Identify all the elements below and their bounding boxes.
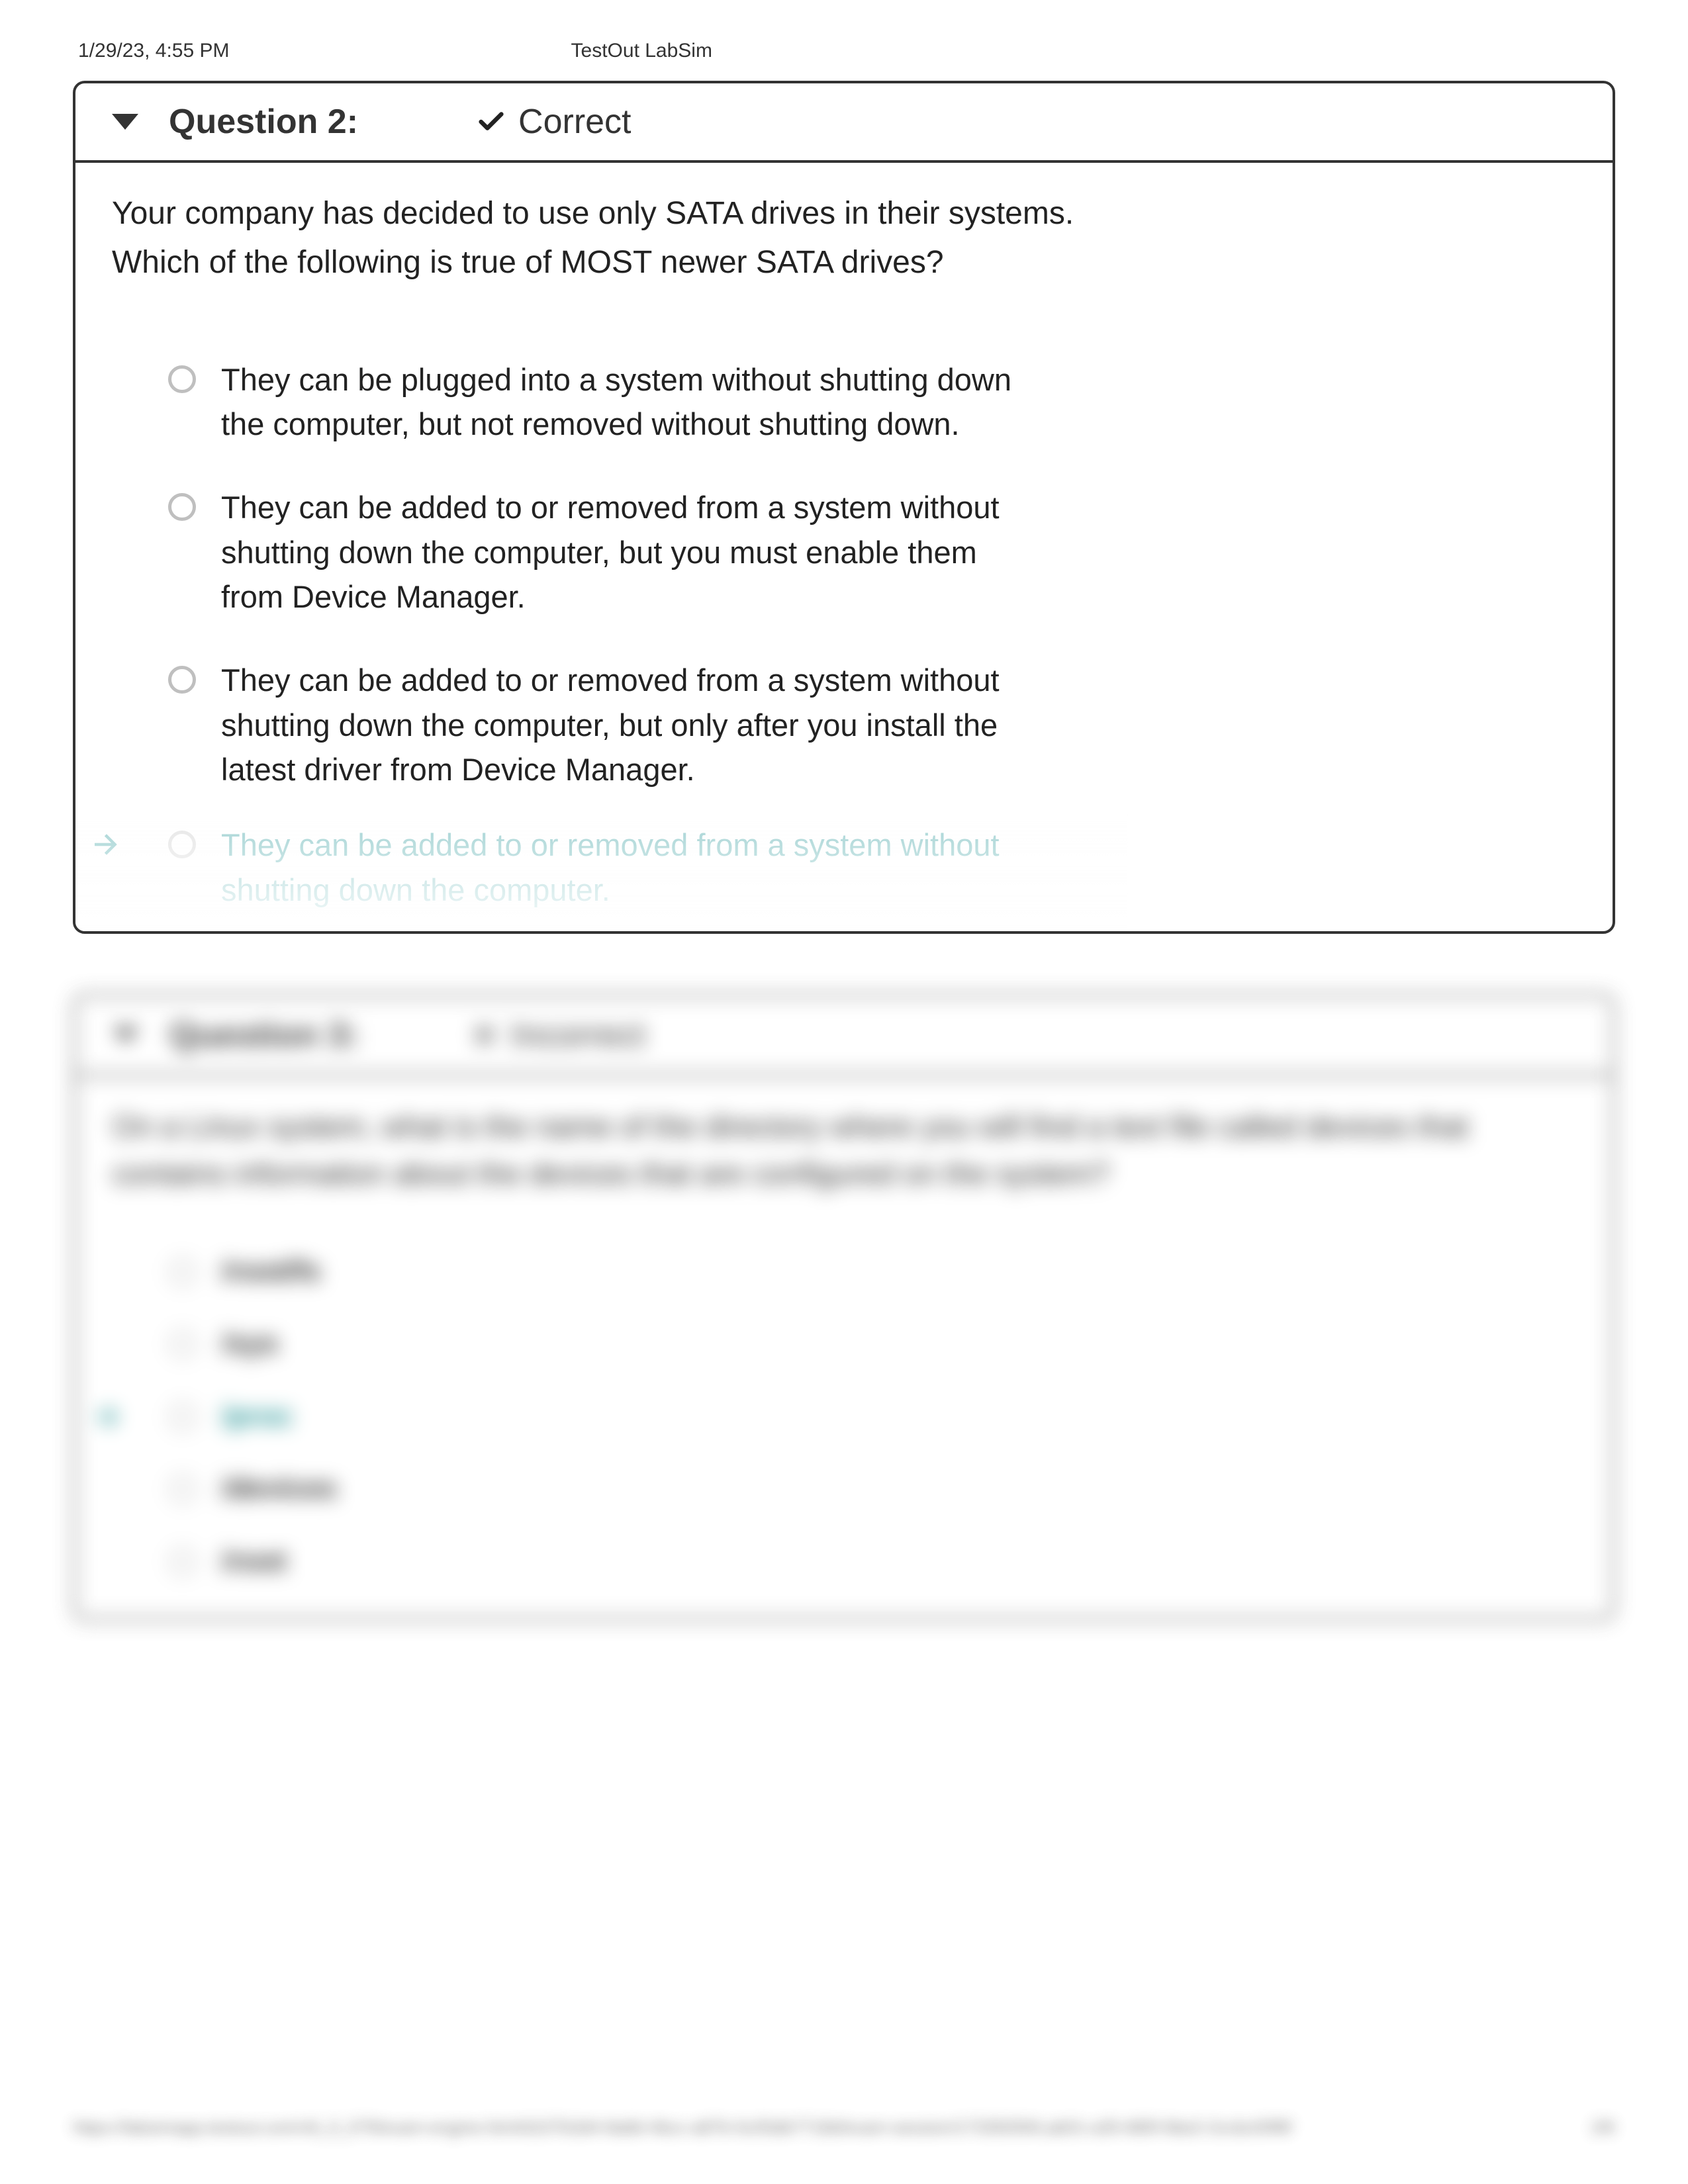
option-row: /sys — [169, 1322, 831, 1364]
radio-icon — [169, 1330, 197, 1358]
question-prompt: On a Linux system, what is the name of t… — [113, 1103, 1575, 1198]
question-status: Correct — [518, 102, 631, 142]
print-footer: https://labsimapp.testout.com/v6_0_579/e… — [73, 2117, 1615, 2138]
question-header[interactable]: Question 2: Correct — [75, 83, 1613, 163]
option-text: /root/fs — [222, 1250, 320, 1292]
print-title: TestOut LabSim — [571, 40, 712, 62]
arrow-right-icon — [89, 827, 124, 862]
option-text: /root — [222, 1540, 287, 1582]
radio-icon — [169, 1403, 197, 1431]
option-row: /root/fs — [169, 1250, 831, 1292]
option-text: They can be added to or removed from a s… — [221, 485, 1022, 619]
radio-icon — [169, 1258, 197, 1286]
check-icon — [476, 107, 506, 137]
options-list: They can be plugged into a system withou… — [168, 357, 1022, 913]
caret-down-icon — [113, 1027, 139, 1043]
option-row[interactable]: They can be added to or removed from a s… — [168, 485, 1022, 619]
x-icon — [470, 1021, 499, 1050]
option-row: /proc — [169, 1395, 831, 1437]
radio-icon[interactable] — [168, 493, 196, 521]
option-text: /proc — [222, 1395, 293, 1437]
print-timestamp: 1/29/23, 4:55 PM — [78, 40, 230, 62]
question-status: Incorrect — [511, 1015, 645, 1055]
question-header: Question 3: Incorrect — [76, 997, 1612, 1077]
arrow-right-icon — [89, 1399, 125, 1435]
option-text: /sys — [222, 1322, 279, 1364]
question-number-label: Question 2: — [169, 102, 358, 142]
option-row: /root — [169, 1540, 831, 1582]
radio-icon[interactable] — [168, 365, 196, 393]
option-row[interactable]: They can be added to or removed from a s… — [168, 658, 1022, 792]
option-text: They can be added to or removed from a s… — [221, 658, 1022, 792]
option-text: They can be added to or removed from a s… — [221, 823, 1022, 912]
prompt-line-2: Which of the following is true of MOST n… — [112, 245, 944, 280]
radio-icon — [169, 1548, 197, 1576]
footer-page: 2/6 — [1591, 2117, 1615, 2138]
print-header: 1/29/23, 4:55 PM TestOut LabSim — [73, 40, 1615, 62]
options-list: /root/fs /sys /proc — [169, 1250, 831, 1582]
option-row: /devices — [169, 1467, 831, 1509]
blurred-preview: Question 3: Incorrect On a Linux system,… — [73, 993, 1615, 1621]
prompt-line-1: Your company has decided to use only SAT… — [112, 196, 1074, 231]
radio-icon[interactable] — [168, 831, 196, 858]
footer-url: https://labsimapp.testout.com/v6_0_579/e… — [73, 2117, 1291, 2138]
question-number-label: Question 3: — [169, 1015, 359, 1055]
option-row[interactable]: They can be plugged into a system withou… — [168, 357, 1022, 447]
radio-icon — [169, 1475, 197, 1503]
option-row-correct[interactable]: They can be added to or removed from a s… — [168, 823, 1022, 912]
radio-icon[interactable] — [168, 666, 196, 694]
caret-down-icon — [112, 114, 138, 130]
option-text: They can be plugged into a system withou… — [221, 357, 1022, 447]
question-prompt: Your company has decided to use only SAT… — [112, 189, 1576, 288]
question-card-2: Question 2: Correct Your company has dec… — [73, 81, 1615, 934]
option-text: /devices — [222, 1467, 337, 1509]
